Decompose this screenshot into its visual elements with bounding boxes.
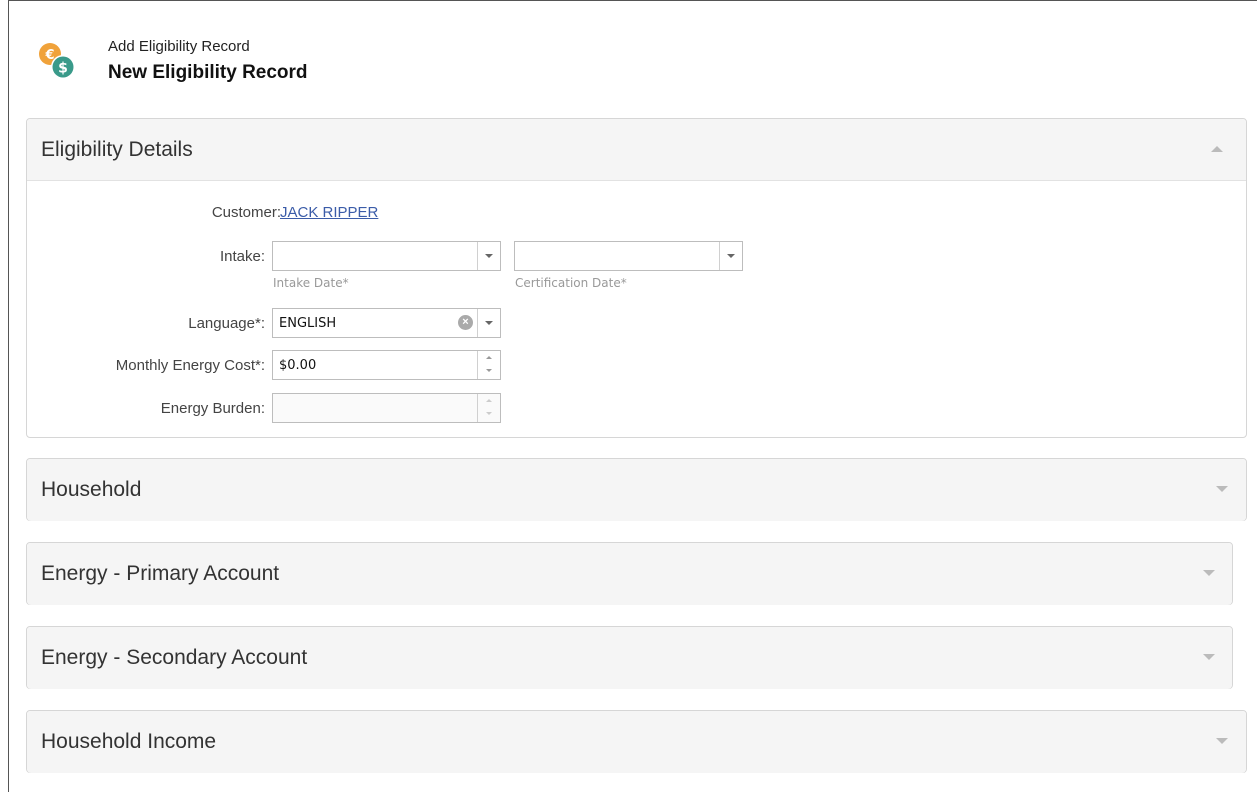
certification-date-hint: Certification Date* [515, 276, 627, 290]
spin-up-icon[interactable] [478, 351, 500, 365]
intake-date-field[interactable] [272, 241, 501, 271]
expand-icon[interactable] [1216, 486, 1228, 492]
household-income-title: Household Income [41, 730, 217, 753]
clear-icon[interactable]: × [458, 315, 473, 330]
collapse-icon[interactable] [1211, 146, 1223, 152]
intake-label: Intake: [219, 248, 265, 265]
coins-euro-dollar-icon: € $ [39, 43, 75, 79]
language-label: Language*: [188, 315, 265, 332]
eligibility-details-panel: Eligibility Details Customer: JACK RIPPE… [26, 118, 1247, 438]
certification-date-field[interactable] [514, 241, 743, 271]
expand-icon[interactable] [1203, 570, 1215, 576]
energy-primary-header[interactable]: Energy - Primary Account [27, 543, 1232, 605]
energy-secondary-header[interactable]: Energy - Secondary Account [27, 627, 1232, 689]
intake-date-dropdown-icon[interactable] [477, 242, 500, 270]
household-panel[interactable]: Household [26, 458, 1247, 521]
household-income-panel[interactable]: Household Income [26, 710, 1247, 773]
language-dropdown-icon[interactable] [477, 309, 500, 337]
spin-down-icon[interactable] [478, 365, 500, 379]
energy-primary-panel[interactable]: Energy - Primary Account [26, 542, 1233, 605]
energy-burden-label: Energy Burden: [160, 400, 265, 417]
eligibility-details-header[interactable]: Eligibility Details [27, 119, 1246, 181]
energy-secondary-title: Energy - Secondary Account [41, 646, 308, 669]
language-select[interactable]: ENGLISH × [272, 308, 501, 338]
customer-label: Customer: [211, 204, 281, 221]
expand-icon[interactable] [1216, 738, 1228, 744]
eligibility-details-title: Eligibility Details [41, 138, 193, 161]
energy-burden-input [272, 393, 501, 423]
monthly-cost-spinner[interactable] [477, 351, 500, 379]
page-subtitle: Add Eligibility Record [108, 38, 250, 55]
energy-secondary-panel[interactable]: Energy - Secondary Account [26, 626, 1233, 689]
household-income-header[interactable]: Household Income [27, 711, 1246, 773]
household-title: Household [41, 478, 142, 501]
spin-down-icon [478, 408, 500, 422]
household-header[interactable]: Household [27, 459, 1246, 521]
language-value: ENGLISH [279, 316, 337, 331]
page-title: New Eligibility Record [108, 62, 308, 83]
monthly-energy-cost-value: $0.00 [279, 358, 317, 373]
monthly-energy-cost-input[interactable]: $0.00 [272, 350, 501, 380]
customer-name-link[interactable]: JACK RIPPER [280, 204, 378, 221]
monthly-energy-cost-label: Monthly Energy Cost*: [115, 357, 265, 374]
energy-burden-spinner [477, 394, 500, 422]
expand-icon[interactable] [1203, 654, 1215, 660]
energy-primary-title: Energy - Primary Account [41, 562, 280, 585]
intake-date-hint: Intake Date* [273, 276, 349, 290]
certification-date-dropdown-icon[interactable] [719, 242, 742, 270]
spin-up-icon [478, 394, 500, 408]
svg-text:$: $ [58, 61, 68, 77]
